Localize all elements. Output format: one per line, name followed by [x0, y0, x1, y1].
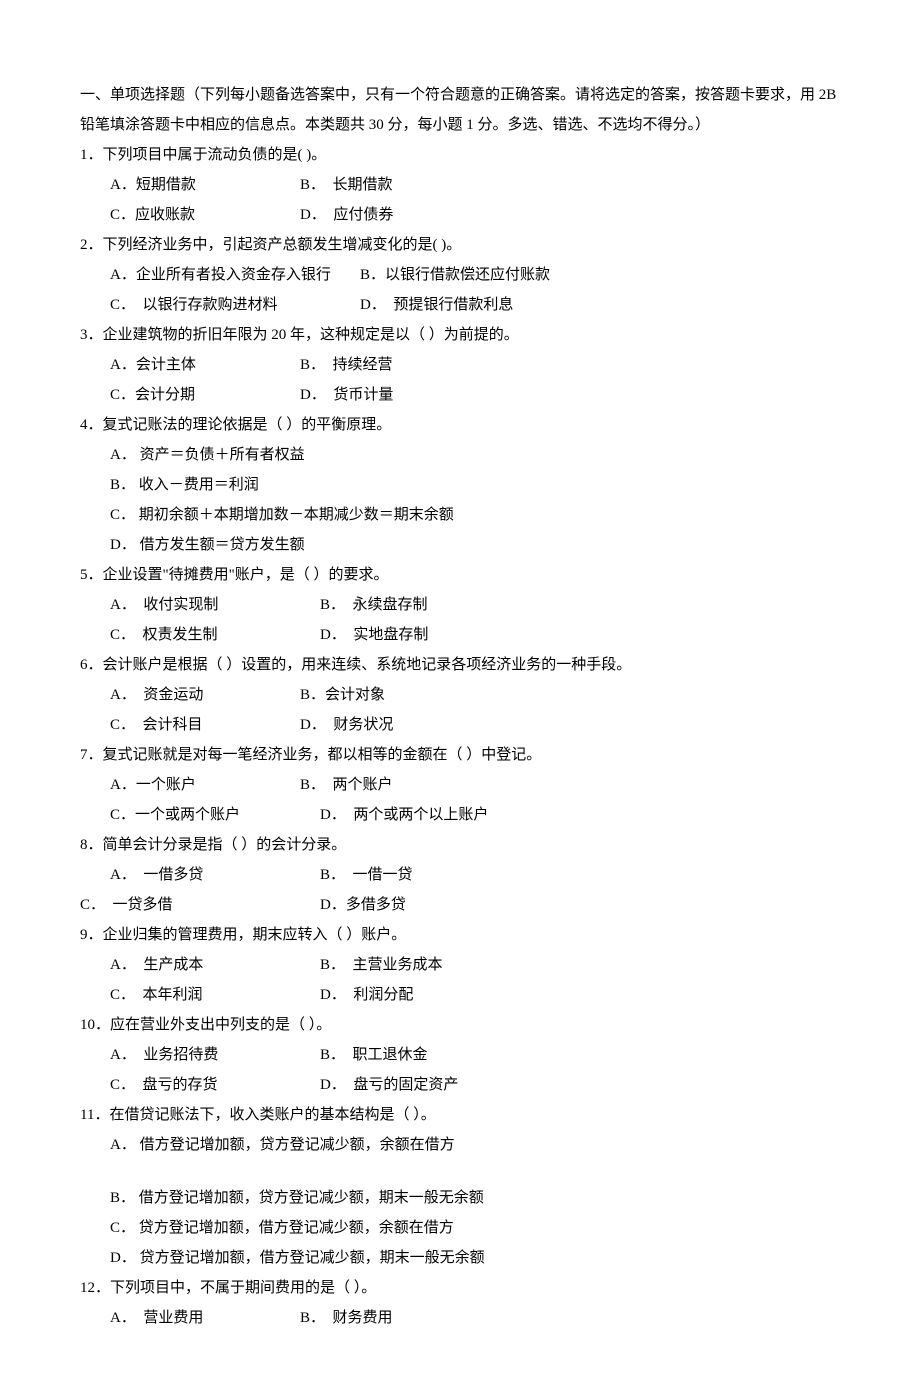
option-d: D． 利润分配: [320, 980, 413, 1010]
option-c: C．会计分期: [80, 380, 300, 410]
option-a: A． 资金运动: [80, 680, 300, 710]
option-a: A．企业所有者投入资金存入银行: [80, 260, 360, 290]
option-a: A．一个账户: [80, 770, 300, 800]
question-stem: 11．在借贷记账法下，收入类账户的基本结构是（ ）。: [80, 1100, 840, 1130]
question-8: 8．简单会计分录是指（ ）的会计分录。 A． 一借多贷 B． 一借一贷 C． 一…: [80, 830, 840, 920]
option-b: B． 持续经营: [300, 350, 393, 380]
question-stem: 12．下列项目中，不属于期间费用的是（ ）。: [80, 1273, 840, 1303]
option-b: B． 财务费用: [300, 1303, 393, 1333]
option-a: A．会计主体: [80, 350, 300, 380]
question-stem: 4．复式记账法的理论依据是（ ）的平衡原理。: [80, 410, 840, 440]
option-d: D． 财务状况: [300, 710, 393, 740]
option-b: B． 借方登记增加额，贷方登记减少额，期末一般无余额: [80, 1183, 840, 1213]
option-b: B． 永续盘存制: [320, 590, 428, 620]
question-2: 2．下列经济业务中，引起资产总额发生增减变化的是( )。 A．企业所有者投入资金…: [80, 230, 840, 320]
option-a: A． 收付实现制: [80, 590, 320, 620]
option-a: A． 借方登记增加额，贷方登记减少额，余额在借方: [80, 1130, 840, 1160]
option-b: B．以银行借款偿还应付账款: [360, 260, 550, 290]
option-d: D．多借多贷: [320, 890, 406, 920]
option-d: D． 实地盘存制: [320, 620, 428, 650]
option-b: B． 收入－费用＝利润: [80, 470, 840, 500]
option-b: B．会计对象: [300, 680, 385, 710]
option-a: A． 生产成本: [80, 950, 320, 980]
question-stem: 5．企业设置"待摊费用"账户，是（ ）的要求。: [80, 560, 840, 590]
option-d: D． 预提银行借款利息: [360, 290, 513, 320]
question-stem: 10．应在营业外支出中列支的是（ ）。: [80, 1010, 840, 1040]
option-c: C． 期初余额＋本期增加数－本期减少数＝期末余额: [80, 500, 840, 530]
option-c: C．一个或两个账户: [80, 800, 320, 830]
question-stem: 7．复式记账就是对每一笔经济业务，都以相等的金额在（ ）中登记。: [80, 740, 840, 770]
option-d: D． 借方发生额＝贷方发生额: [80, 530, 840, 560]
option-c: C． 会计科目: [80, 710, 300, 740]
option-b: B． 两个账户: [300, 770, 393, 800]
option-d: D． 贷方登记增加额，借方登记减少额，期末一般无余额: [80, 1243, 840, 1273]
question-stem: 8．简单会计分录是指（ ）的会计分录。: [80, 830, 840, 860]
section-header: 一、单项选择题（下列每小题备选答案中，只有一个符合题意的正确答案。请将选定的答案…: [80, 80, 840, 140]
option-c: C． 贷方登记增加额，借方登记减少额，余额在借方: [80, 1213, 840, 1243]
option-c: C． 盘亏的存货: [80, 1070, 320, 1100]
option-a: A． 一借多贷: [80, 860, 320, 890]
option-a: A． 营业费用: [80, 1303, 300, 1333]
option-d: D． 两个或两个以上账户: [320, 800, 488, 830]
option-d: D． 盘亏的固定资产: [320, 1070, 458, 1100]
option-c: C． 一贷多借: [80, 890, 320, 920]
question-1: 1．下列项目中属于流动负债的是( )。 A．短期借款 B． 长期借款 C．应收账…: [80, 140, 840, 230]
option-c: C． 本年利润: [80, 980, 320, 1010]
option-c: C． 权责发生制: [80, 620, 320, 650]
question-3: 3．企业建筑物的折旧年限为 20 年，这种规定是以（ ）为前提的。 A．会计主体…: [80, 320, 840, 410]
question-stem: 6．会计账户是根据（ ）设置的，用来连续、系统地记录各项经济业务的一种手段。: [80, 650, 840, 680]
option-d: D． 应付债券: [300, 200, 393, 230]
question-7: 7．复式记账就是对每一笔经济业务，都以相等的金额在（ ）中登记。 A．一个账户 …: [80, 740, 840, 830]
option-b: B． 一借一贷: [320, 860, 413, 890]
option-a: A．短期借款: [80, 170, 300, 200]
question-stem: 1．下列项目中属于流动负债的是( )。: [80, 140, 840, 170]
option-d: D． 货币计量: [300, 380, 393, 410]
question-9: 9．企业归集的管理费用，期末应转入（ ）账户。 A． 生产成本 B． 主营业务成…: [80, 920, 840, 1010]
question-6: 6．会计账户是根据（ ）设置的，用来连续、系统地记录各项经济业务的一种手段。 A…: [80, 650, 840, 740]
option-b: B． 主营业务成本: [320, 950, 443, 980]
question-12: 12．下列项目中，不属于期间费用的是（ ）。 A． 营业费用 B． 财务费用: [80, 1273, 840, 1333]
question-10: 10．应在营业外支出中列支的是（ ）。 A． 业务招待费 B． 职工退休金 C．…: [80, 1010, 840, 1100]
option-a: A． 资产＝负债＋所有者权益: [80, 440, 840, 470]
option-b: B． 职工退休金: [320, 1040, 428, 1070]
option-b: B． 长期借款: [300, 170, 393, 200]
option-c: C．应收账款: [80, 200, 300, 230]
question-11: 11．在借贷记账法下，收入类账户的基本结构是（ ）。 A． 借方登记增加额，贷方…: [80, 1100, 840, 1273]
question-stem: 2．下列经济业务中，引起资产总额发生增减变化的是( )。: [80, 230, 840, 260]
question-5: 5．企业设置"待摊费用"账户，是（ ）的要求。 A． 收付实现制 B． 永续盘存…: [80, 560, 840, 650]
question-stem: 3．企业建筑物的折旧年限为 20 年，这种规定是以（ ）为前提的。: [80, 320, 840, 350]
option-c: C． 以银行存款购进材料: [80, 290, 360, 320]
option-a: A． 业务招待费: [80, 1040, 320, 1070]
question-stem: 9．企业归集的管理费用，期末应转入（ ）账户。: [80, 920, 840, 950]
question-4: 4．复式记账法的理论依据是（ ）的平衡原理。 A． 资产＝负债＋所有者权益 B．…: [80, 410, 840, 560]
